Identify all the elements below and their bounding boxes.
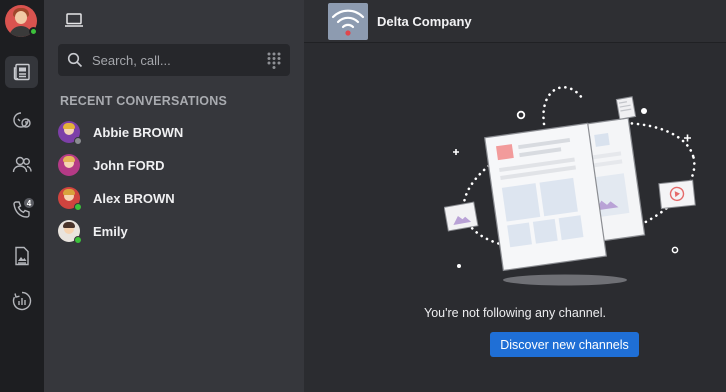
channel-header: Delta Company — [304, 0, 726, 43]
contact-name: Abbie BROWN — [93, 124, 184, 140]
conversations-panel: RECENT CONVERSATIONS Abbie BROWN John FO… — [44, 0, 304, 392]
integrations-button[interactable] — [5, 104, 38, 136]
news-icon — [13, 63, 30, 81]
presence-indicator — [29, 27, 38, 36]
documents-icon — [14, 246, 29, 266]
status-dot — [74, 203, 82, 211]
contacts-button[interactable] — [5, 149, 38, 181]
status-dot — [74, 137, 82, 145]
news-button[interactable] — [5, 56, 38, 88]
search-bar — [58, 44, 290, 76]
integrations-icon — [12, 112, 31, 128]
conversation-item[interactable]: Emily — [56, 216, 296, 246]
conversation-item[interactable]: Alex BROWN — [56, 183, 296, 213]
empty-channels-illustration — [444, 86, 696, 286]
documents-button[interactable] — [5, 240, 38, 272]
contact-name: Alex BROWN — [93, 190, 175, 206]
left-rail: 4 — [0, 0, 44, 392]
search-input[interactable] — [92, 44, 252, 76]
status-dot — [74, 236, 82, 244]
recent-conversations-title: RECENT CONVERSATIONS — [60, 94, 227, 108]
empty-state-message: You're not following any channel. — [424, 306, 606, 320]
channel-name: Delta Company — [377, 14, 472, 29]
dialpad-icon[interactable] — [267, 52, 281, 69]
desktop-toggle[interactable] — [64, 12, 84, 33]
contacts-icon — [12, 156, 32, 173]
analytics-icon — [12, 291, 31, 311]
wifi-icon — [331, 9, 365, 36]
contact-name: Emily — [93, 223, 128, 239]
avatar — [58, 187, 82, 211]
analytics-button[interactable] — [5, 285, 38, 317]
conversation-item[interactable]: John FORD — [56, 150, 296, 180]
contact-name: John FORD — [93, 157, 165, 173]
conversation-item[interactable]: Abbie BROWN — [56, 117, 296, 147]
discover-channels-button[interactable]: Discover new channels — [490, 332, 639, 357]
search-icon — [67, 52, 83, 68]
channel-view: Delta Company You're not following any c… — [304, 0, 726, 392]
avatar — [58, 121, 82, 145]
laptop-icon — [65, 13, 83, 27]
avatar — [58, 220, 82, 244]
channel-logo[interactable] — [328, 3, 368, 40]
avatar — [58, 154, 80, 176]
calls-badge: 4 — [22, 196, 36, 210]
